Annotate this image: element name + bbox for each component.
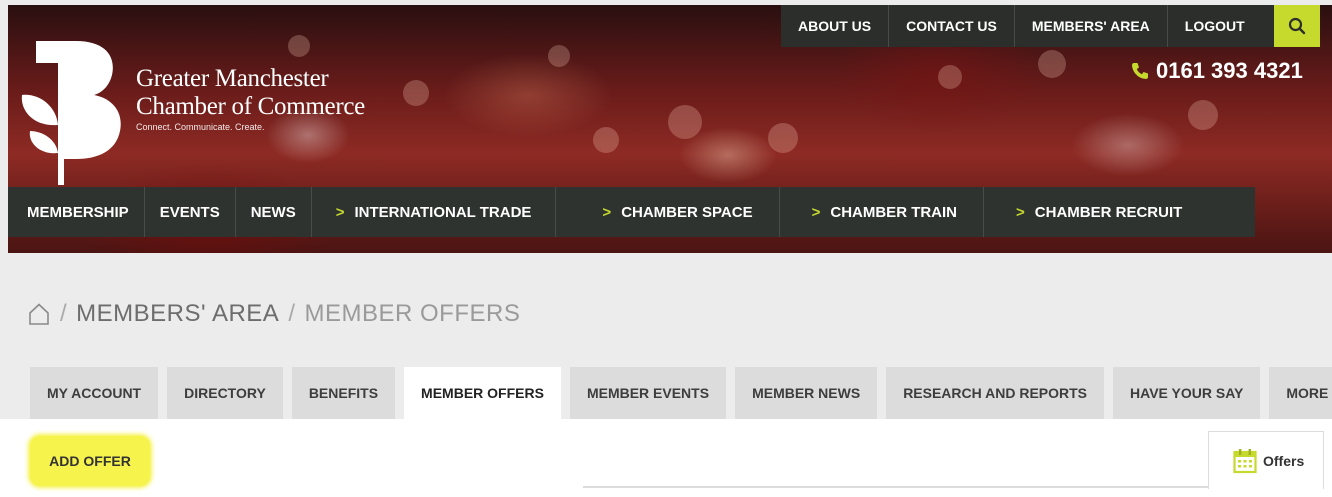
main-nav-label: CHAMBER RECRUIT — [1034, 203, 1183, 221]
chevron-right-icon: > — [811, 203, 821, 221]
header-banner: Greater Manchester Chamber of Commerce C… — [8, 5, 1332, 253]
tab-directory[interactable]: DIRECTORY — [167, 367, 283, 419]
banner-photo-detail — [403, 80, 429, 106]
main-nav-news[interactable]: NEWS — [236, 187, 312, 237]
breadcrumb: / MEMBERS' AREA / MEMBER OFFERS — [27, 300, 520, 328]
search-button[interactable] — [1274, 5, 1320, 47]
banner-photo-detail — [938, 65, 962, 89]
main-nav-chamber-space[interactable]: > CHAMBER SPACE — [556, 187, 780, 237]
main-nav-label: INTERNATIONAL TRADE — [354, 203, 532, 221]
offers-tab[interactable]: Offers — [1208, 431, 1324, 489]
search-icon — [1288, 17, 1306, 35]
breadcrumb-separator: / — [60, 300, 68, 327]
main-nav-label: CHAMBER TRAIN — [830, 203, 958, 221]
top-nav-logout[interactable]: LOGOUT — [1168, 5, 1262, 47]
add-offer-button[interactable]: ADD OFFER — [30, 436, 150, 486]
tab-my-account[interactable]: MY ACCOUNT — [30, 367, 159, 419]
phone-number-text: 0161 393 4321 — [1156, 58, 1303, 83]
chamber-logo-text[interactable]: Greater Manchester Chamber of Commerce C… — [136, 65, 365, 132]
home-icon[interactable] — [27, 302, 51, 326]
offers-tab-label: Offers — [1263, 452, 1305, 469]
top-nav: ABOUT US CONTACT US MEMBERS' AREA LOGOUT — [781, 5, 1274, 47]
tab-research-and-reports[interactable]: RESEARCH AND REPORTS — [886, 367, 1105, 419]
tab-member-offers[interactable]: MEMBER OFFERS — [404, 367, 561, 419]
main-nav-chamber-recruit[interactable]: > CHAMBER RECRUIT — [984, 187, 1198, 237]
banner-photo-detail — [768, 123, 798, 153]
top-nav-members-area[interactable]: MEMBERS' AREA — [1015, 5, 1168, 47]
chevron-right-icon: > — [602, 203, 612, 221]
tab-more[interactable]: MORE ▾ — [1269, 367, 1332, 419]
main-nav-membership[interactable]: MEMBERSHIP — [8, 187, 145, 237]
main-nav-chamber-train[interactable]: > CHAMBER TRAIN — [780, 187, 985, 237]
breadcrumb-separator: / — [288, 300, 296, 327]
breadcrumb-members-area[interactable]: MEMBERS' AREA — [76, 300, 279, 328]
main-nav-international-trade[interactable]: > INTERNATIONAL TRADE — [336, 187, 557, 237]
breadcrumb-member-offers: MEMBER OFFERS — [304, 300, 521, 327]
offers-divider — [583, 486, 1208, 488]
members-area-tabs: MY ACCOUNT DIRECTORY BENEFITS MEMBER OFF… — [30, 367, 1332, 419]
logo-line-2: Chamber of Commerce — [136, 93, 365, 120]
phone-number[interactable]: 0161 393 4321 — [1130, 58, 1303, 84]
tab-member-news[interactable]: MEMBER NEWS — [735, 367, 878, 419]
tab-member-events[interactable]: MEMBER EVENTS — [569, 367, 727, 419]
tab-have-your-say[interactable]: HAVE YOUR SAY — [1113, 367, 1261, 419]
top-nav-contact-us[interactable]: CONTACT US — [889, 5, 1015, 47]
logo-line-1: Greater Manchester — [136, 65, 329, 92]
calendar-icon — [1233, 448, 1257, 473]
banner-photo-detail — [548, 45, 570, 67]
banner-photo-detail — [1188, 100, 1218, 130]
top-nav-about-us[interactable]: ABOUT US — [781, 5, 890, 47]
chamber-logo-icon[interactable] — [16, 35, 136, 185]
chevron-right-icon: > — [1016, 203, 1025, 221]
tab-more-label: MORE — [1286, 385, 1329, 401]
banner-photo-detail — [668, 105, 702, 139]
chevron-right-icon: > — [335, 203, 345, 221]
logo-tagline: Connect. Communicate. Create. — [136, 122, 265, 132]
banner-photo-detail — [593, 127, 619, 153]
banner-photo-detail — [288, 35, 310, 57]
tab-benefits[interactable]: BENEFITS — [291, 367, 396, 419]
banner-photo-detail — [1038, 50, 1066, 78]
main-nav-label: CHAMBER SPACE — [621, 203, 753, 221]
main-nav-events[interactable]: EVENTS — [145, 187, 236, 237]
phone-icon — [1132, 63, 1148, 79]
main-nav: MEMBERSHIP EVENTS NEWS > INTERNATIONAL T… — [8, 187, 1255, 237]
